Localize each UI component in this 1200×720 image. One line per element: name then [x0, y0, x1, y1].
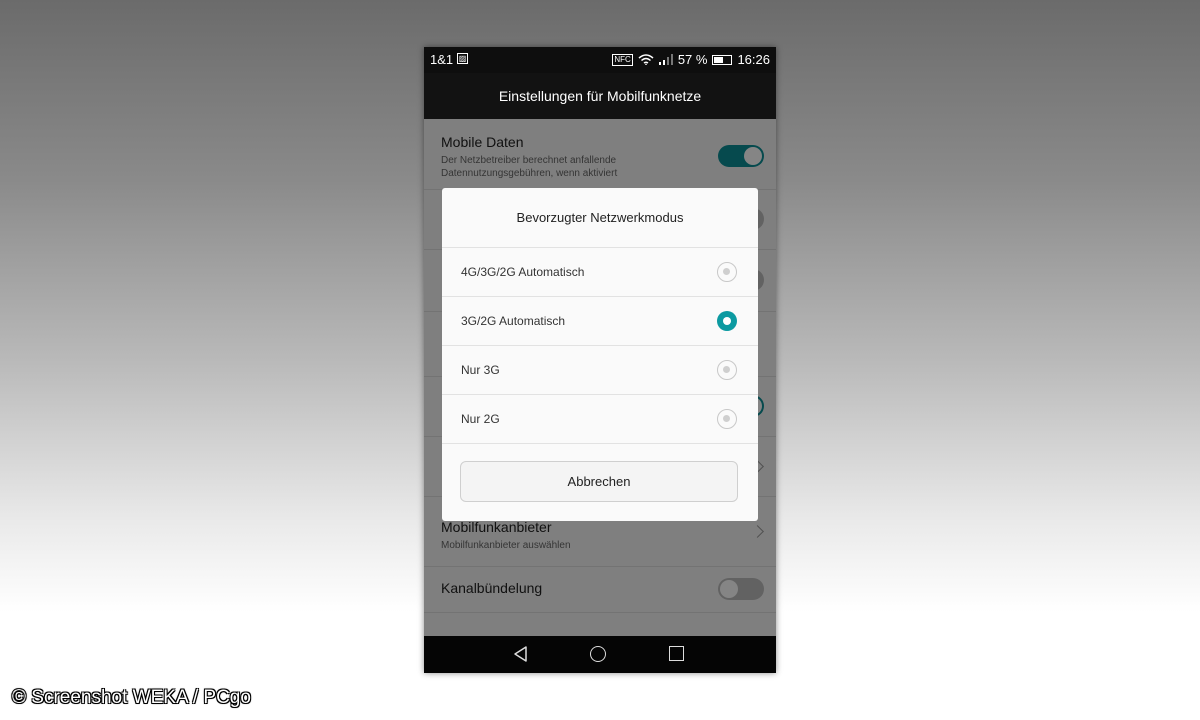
clock: 16:26: [737, 52, 770, 67]
option-4g-3g-2g[interactable]: 4G/3G/2G Automatisch: [442, 247, 758, 297]
carrier-name: 1&1: [430, 52, 454, 67]
radio-button[interactable]: [717, 409, 737, 429]
recent-apps-icon[interactable]: [669, 646, 684, 661]
page-title: Einstellungen für Mobilfunknetze: [424, 73, 776, 119]
nfc-icon: NFC: [612, 53, 633, 66]
battery-icon: [712, 54, 733, 65]
option-label: Nur 3G: [461, 363, 500, 377]
home-icon[interactable]: [590, 646, 606, 662]
dialog-title: Bevorzugter Netzwerkmodus: [516, 210, 684, 225]
battery-level: 57 %: [677, 52, 708, 67]
status-bar: 1&1 ▨ NFC 57 % 16:26: [424, 47, 776, 73]
option-label: 4G/3G/2G Automatisch: [461, 265, 585, 279]
radio-button[interactable]: [717, 311, 737, 331]
radio-button[interactable]: [717, 262, 737, 282]
option-3g-2g[interactable]: 3G/2G Automatisch: [442, 296, 758, 346]
image-notification-icon: ▨: [457, 53, 468, 64]
option-2g-only[interactable]: Nur 2G: [442, 394, 758, 444]
option-label: Nur 2G: [461, 412, 500, 426]
cancel-button[interactable]: Abbrechen: [460, 461, 738, 502]
radio-button[interactable]: [717, 360, 737, 380]
option-label: 3G/2G Automatisch: [461, 314, 566, 328]
wifi-icon: [638, 54, 654, 65]
network-mode-dialog: Bevorzugter Netzwerkmodus 4G/3G/2G Autom…: [442, 188, 758, 521]
divider: [442, 443, 758, 444]
back-icon[interactable]: [512, 645, 530, 663]
navigation-bar: [424, 636, 776, 673]
copyright-watermark: © Screenshot WEKA / PCgo: [12, 687, 251, 708]
signal-icon: [658, 54, 673, 65]
option-3g-only[interactable]: Nur 3G: [442, 345, 758, 395]
battery-fill: [714, 56, 724, 63]
